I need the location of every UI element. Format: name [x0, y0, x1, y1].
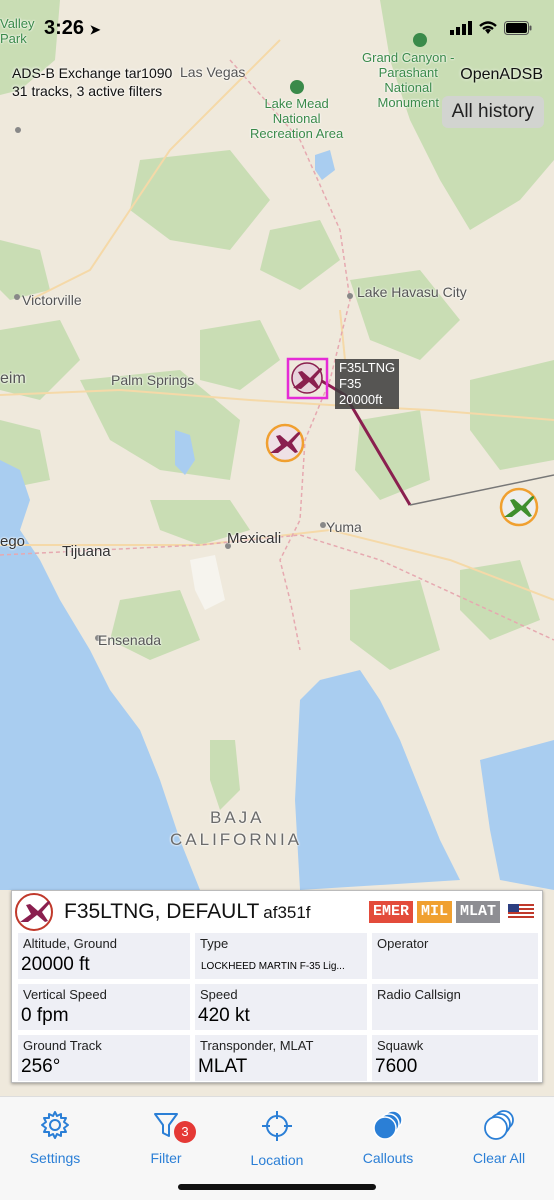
map-label-lake-havasu: Lake Havasu City — [357, 284, 467, 300]
crosshair-icon — [262, 1111, 292, 1141]
field-label: Speed — [200, 987, 238, 1002]
tab-filter[interactable]: 3 Filter — [111, 1109, 221, 1166]
field-value: 256° — [21, 1056, 61, 1077]
map-label-california: CALIFORNIA — [170, 830, 303, 849]
tab-clear-all-label: Clear All — [472, 1150, 526, 1166]
field-label: Operator — [377, 936, 429, 951]
callouts-icon — [373, 1110, 403, 1140]
field-operator: Operator — [372, 933, 538, 979]
map-label-grand-canyon: Grand Canyon - Parashant National Monume… — [362, 50, 455, 110]
map-label-yuma: Yuma — [326, 519, 362, 535]
field-radio-callsign: Radio Callsign — [372, 984, 538, 1030]
map-info-overlay: ADS-B Exchange tar1090 31 tracks, 3 acti… — [12, 64, 172, 100]
status-time: 3:26 ➤ — [44, 17, 101, 39]
aircraft-icon — [15, 893, 53, 931]
map-label-tijuana: Tijuana — [62, 543, 111, 560]
tab-clear-all[interactable]: Clear All — [444, 1109, 554, 1166]
field-transponder: Transponder, MLAT MLAT — [195, 1035, 367, 1081]
field-label: Vertical Speed — [23, 987, 107, 1002]
field-vertical-speed: Vertical Speed 0 fpm — [18, 984, 190, 1030]
map-label-valley-park: Valley Park — [0, 16, 35, 46]
tracks-line: 31 tracks, 3 active filters — [12, 83, 163, 99]
tab-filter-label: Filter — [150, 1150, 182, 1166]
tab-settings[interactable]: Settings — [0, 1109, 110, 1166]
map-label-las-vegas: Las Vegas — [180, 64, 246, 80]
field-label: Radio Callsign — [377, 987, 461, 1002]
field-altitude: Altitude, Ground 20000 ft — [18, 933, 190, 979]
map-label-victorville: Victorville — [22, 292, 82, 308]
field-value: LOCKHEED MARTIN F-35 Lig... — [201, 961, 345, 972]
field-value: 420 kt — [198, 1005, 250, 1026]
tab-callouts-label: Callouts — [362, 1150, 414, 1166]
status-icons — [450, 20, 532, 35]
tab-location[interactable]: Location — [222, 1109, 332, 1168]
wifi-icon — [479, 21, 497, 34]
map-label-ensenada: Ensenada — [98, 632, 162, 648]
battery-icon — [504, 20, 532, 35]
map-label-mexicali: Mexicali — [227, 530, 282, 547]
tab-location-label: Location — [250, 1152, 304, 1168]
badge-mil: MIL — [416, 901, 452, 923]
selected-aircraft-icon[interactable] — [291, 362, 323, 394]
card-title: F35LTNG, DEFAULT af351f — [64, 900, 311, 924]
cellular-signal-icon — [450, 20, 472, 35]
tab-settings-label: Settings — [29, 1150, 81, 1166]
field-label: Squawk — [377, 1038, 424, 1053]
us-flag-icon — [508, 904, 534, 920]
badges: EMER MIL MLAT — [368, 901, 534, 923]
tab-callouts[interactable]: Callouts — [333, 1109, 443, 1166]
green-aircraft-icon[interactable] — [499, 487, 539, 527]
gear-icon — [41, 1111, 69, 1139]
badge-emer: EMER — [368, 901, 413, 923]
field-label: Transponder, MLAT — [200, 1038, 314, 1053]
badge-mlat: MLAT — [455, 901, 500, 923]
aircraft-hex: af351f — [263, 903, 311, 922]
field-value: 0 fpm — [21, 1005, 69, 1026]
callout-callsign: F35LTNG — [339, 360, 396, 375]
field-squawk: Squawk 7600 — [372, 1035, 538, 1081]
map-label-eim: eim — [0, 370, 26, 387]
map-label-palm-springs: Palm Springs — [111, 372, 195, 388]
aircraft-callsign: F35LTNG, DEFAULT — [64, 900, 260, 923]
aircraft-icon[interactable] — [265, 423, 305, 463]
field-ground-track: Ground Track 256° — [18, 1035, 190, 1081]
field-value: 7600 — [375, 1056, 418, 1077]
field-speed: Speed 420 kt — [195, 984, 367, 1030]
aircraft-fields: Altitude, Ground 20000 ft Type LOCKHEED … — [18, 933, 538, 1081]
filter-count-badge: 3 — [174, 1121, 196, 1143]
map-label-diego: ego — [0, 533, 26, 550]
field-value: 20000 ft — [21, 954, 90, 975]
location-arrow-icon: ➤ — [89, 22, 101, 37]
field-label: Ground Track — [23, 1038, 102, 1053]
map-label-lake-mead: Lake Mead National Recreation Area — [250, 96, 344, 141]
map-label-baja: BAJA — [210, 808, 265, 827]
field-label: Type — [200, 936, 229, 951]
clear-all-icon — [484, 1110, 514, 1140]
field-value: MLAT — [198, 1056, 248, 1077]
field-type: Type LOCKHEED MARTIN F-35 Lig... — [195, 933, 367, 979]
callout-altitude: 20000ft — [339, 392, 383, 407]
field-label: Altitude, Ground — [23, 936, 117, 951]
all-history-button[interactable]: All history — [441, 96, 544, 128]
source-line: ADS-B Exchange tar1090 — [12, 65, 173, 81]
callout-type: F35 — [339, 376, 362, 391]
home-indicator[interactable] — [178, 1184, 376, 1190]
card-header: F35LTNG, DEFAULT af351f EMER MIL MLAT — [12, 891, 542, 933]
aircraft-detail-card[interactable]: F35LTNG, DEFAULT af351f EMER MIL MLAT Alt… — [11, 890, 543, 1083]
aircraft-callout[interactable]: F35LTNG F35 20000ft — [335, 359, 400, 409]
app-name: OpenADSB — [460, 66, 543, 83]
